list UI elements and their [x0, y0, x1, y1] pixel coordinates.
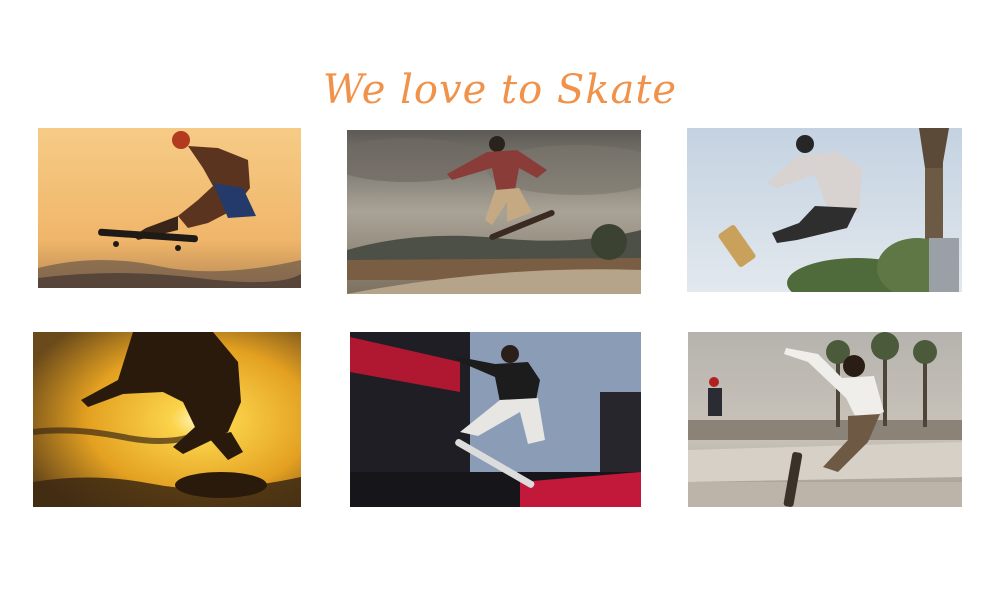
photo-4-image	[33, 332, 301, 507]
photo-1-image	[38, 128, 301, 288]
gallery-photo-2[interactable]	[347, 130, 641, 294]
photo-5-image	[350, 332, 641, 507]
page-title: We love to Skate	[322, 66, 678, 113]
gallery-photo-1[interactable]	[38, 128, 301, 288]
gallery-photo-3[interactable]	[687, 128, 962, 292]
gallery-photo-5[interactable]	[350, 332, 641, 507]
gallery-photo-4[interactable]	[33, 332, 301, 507]
photo-3-image	[687, 128, 962, 292]
page: We love to Skate	[0, 0, 1000, 600]
photo-2-image	[347, 130, 641, 294]
gallery-photo-6[interactable]	[688, 332, 962, 507]
photo-6-image	[688, 332, 962, 507]
